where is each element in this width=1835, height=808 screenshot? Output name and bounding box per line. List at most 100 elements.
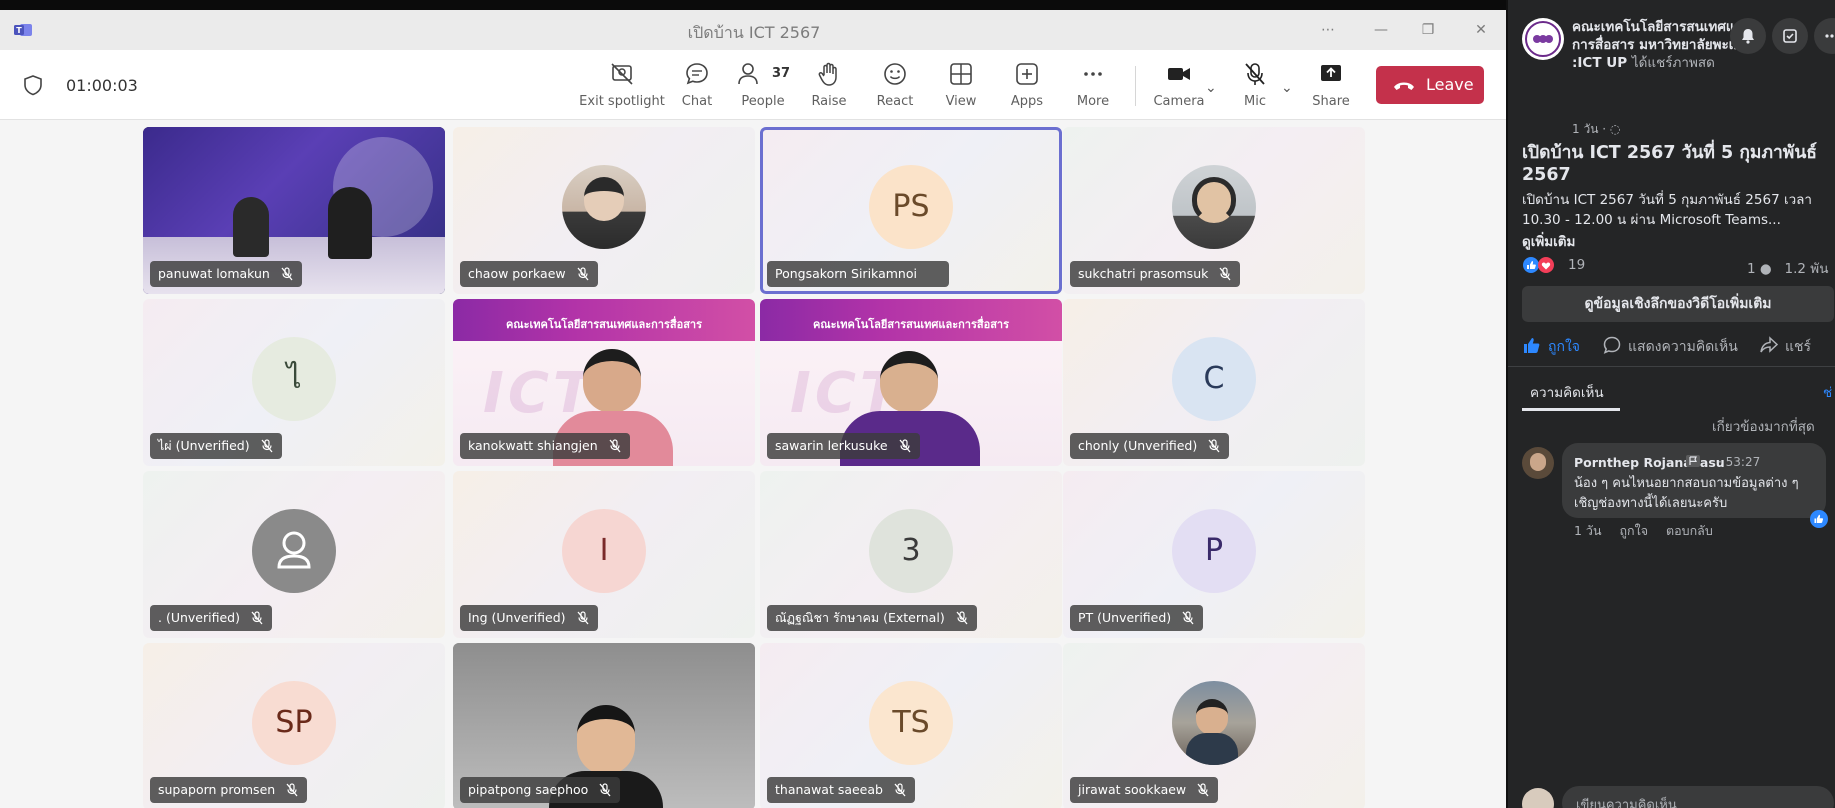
participant-tile[interactable]: C chonly (Unverified) [1063,299,1365,466]
participant-name: sawarin lerkusuke [775,438,888,453]
participant-tile[interactable]: panuwat lomakun [143,127,445,294]
page-logo-avatar[interactable] [1522,18,1564,60]
exit-spotlight-button[interactable]: Exit spotlight [579,58,665,114]
restore-button[interactable]: ❐ [1414,17,1442,43]
participant-tile[interactable]: 3 ณัฏฐณิชา รักษาคม (External) [760,471,1062,638]
see-more-link[interactable]: ดูเพิ่มเติม [1522,230,1575,252]
save-post-button[interactable] [1772,18,1808,54]
participant-photo [562,165,646,249]
globe-icon: ◌ [1609,122,1621,136]
mic-muted-icon [577,267,589,281]
participant-tile[interactable]: ไ ไผ่ (Unverified) [143,299,445,466]
tab-comments[interactable]: ความคิดเห็น [1530,381,1604,403]
comment-input[interactable]: เขียนความคิดเห็น [1562,786,1834,808]
video-banner: คณะเทคโนโลยีสารสนเทศและการสื่อสาร [453,299,755,341]
leave-button[interactable]: Leave [1376,66,1484,104]
participant-tile[interactable]: . (Unverified) [143,471,445,638]
post-divider [1508,366,1835,367]
participant-tile[interactable]: chaow porkaew [453,127,755,294]
comment-count[interactable]: 1 [1747,261,1756,277]
presenter-1 [233,197,269,257]
window-more-icon[interactable]: ⋯ [1314,17,1342,43]
comment-meta: 1 วัน ถูกใจ ตอบกลับ [1574,521,1727,541]
video-insights-button[interactable]: ดูข้อมูลเชิงลึกของวิดีโอเพิ่มเติม [1522,286,1834,322]
participant-tile[interactable]: pipatpong saephoo [453,643,755,808]
participant-name: kanokwatt shiangjen [468,438,598,453]
comment-time-text: 53:27 [1725,455,1761,469]
comment-sort-dropdown[interactable]: เกี่ยวข้องมากที่สุด [1712,415,1815,437]
comment-label: แสดงความคิดเห็น [1628,339,1738,355]
notification-bell-button[interactable] [1730,18,1766,54]
participant-nameplate: thanawat saeeab [767,777,915,803]
commenter-avatar[interactable] [1522,447,1554,479]
comment-bubble-icon: ● [1759,261,1772,277]
more-button[interactable]: More [1050,58,1136,114]
post-options-button[interactable] [1814,18,1835,54]
post-stats: 1 ● 1.2 พัน [1747,257,1828,279]
smiley-icon [884,63,906,85]
video-gallery: panuwat lomakun chaow porkaew PS Pongsak… [0,121,1508,808]
mic-muted-icon [599,783,611,797]
participant-nameplate: Ing (Unverified) [460,605,598,631]
participant-name: ไผ่ (Unverified) [158,438,250,453]
shared-live-text: ได้แชร์ภาพสด [1631,55,1715,71]
camera-label: Camera [1153,94,1205,109]
comment-ago[interactable]: 1 วัน [1574,523,1602,538]
participant-name: pipatpong saephoo [468,782,589,797]
participant-name: jirawat sookkaew [1078,782,1187,797]
comment-author[interactable]: Pornthep Rojanavasu [1574,455,1725,470]
participant-nameplate: chonly (Unverified) [1070,433,1230,459]
participant-tile[interactable]: P PT (Unverified) [1063,471,1365,638]
mic-muted-icon [1208,439,1220,453]
participant-avatar-initials: PS [869,165,953,249]
mic-off-icon [1245,63,1265,85]
comment-icon [1603,336,1621,354]
post-timestamp[interactable]: 1 วัน · ◌ [1572,120,1620,139]
mic-muted-icon [251,611,263,625]
participant-tile[interactable]: sukchatri prasomsuk [1063,127,1365,294]
share-button[interactable]: Share [1288,58,1374,114]
comment-video-time[interactable]: · 53:27 [1718,455,1760,469]
participant-tile[interactable]: คณะเทคโนโลยีสารสนเทศและการสื่อสาร ICT ka… [453,299,755,466]
reaction-icons[interactable] [1522,256,1562,274]
post-author[interactable]: คณะเทคโนโลยีสารสนเทศและการสื่อสาร มหาวิท… [1572,18,1758,72]
title-bar: T เปิดบ้าน ICT 2567 ⋯ — ❐ ✕ [0,10,1508,50]
more-dots-icon [1825,34,1834,38]
participant-tile[interactable]: PS Pongsakorn Sirikamnoi [760,127,1062,294]
grid-view-icon [950,63,972,85]
comment-like-link[interactable]: ถูกใจ [1619,523,1648,538]
participant-name: sukchatri prasomsuk [1078,266,1209,281]
participant-avatar-initials: TS [869,681,953,765]
people-icon [738,63,758,85]
mic-muted-icon [609,439,621,453]
participant-tile[interactable]: TS thanawat saeeab [760,643,1062,808]
shield-icon[interactable] [22,74,44,96]
tab-chat[interactable]: ช่ [1823,381,1832,403]
participant-avatar-initials: C [1172,337,1256,421]
mic-muted-icon [956,611,968,625]
minimize-button[interactable]: — [1367,17,1395,43]
reaction-count[interactable]: 19 [1568,257,1585,273]
post-description: เปิดบ้าน ICT 2567 วันที่ 5 กุมภาพันธ์ 25… [1522,192,1812,228]
participant-nameplate: pipatpong saephoo [460,777,621,803]
participant-tile[interactable]: SP supaporn promsen [143,643,445,808]
comment-reply-link[interactable]: ตอบกลับ [1666,523,1713,538]
participant-nameplate: chaow porkaew [460,261,598,287]
window-title: เปิดบ้าน ICT 2567 [687,23,821,42]
participant-nameplate: jirawat sookkaew [1070,777,1219,803]
participant-avatar-initials: 3 [869,509,953,593]
mic-muted-icon [1197,783,1209,797]
participant-name: ณัฏฐณิชา รักษาคม (External) [775,610,945,625]
share-label: Share [1312,94,1350,109]
participant-tile[interactable]: jirawat sookkaew [1063,643,1365,808]
participant-tile[interactable]: I Ing (Unverified) [453,471,755,638]
comment-text: น้อง ๆ คนไหนอยากสอบถามข้อมูลต่าง ๆ เชิญช… [1574,476,1799,511]
close-button[interactable]: ✕ [1467,17,1495,43]
participant-nameplate: panuwat lomakun [150,261,302,287]
participant-name: chaow porkaew [468,266,566,281]
comment-like-badge[interactable] [1810,510,1828,528]
participant-tile[interactable]: คณะเทคโนโลยีสารสนเทศและการสื่อสาร ICT sa… [760,299,1062,466]
mic-muted-icon [577,611,589,625]
participant-photo [1172,681,1256,765]
participant-avatar-initials: SP [252,681,336,765]
